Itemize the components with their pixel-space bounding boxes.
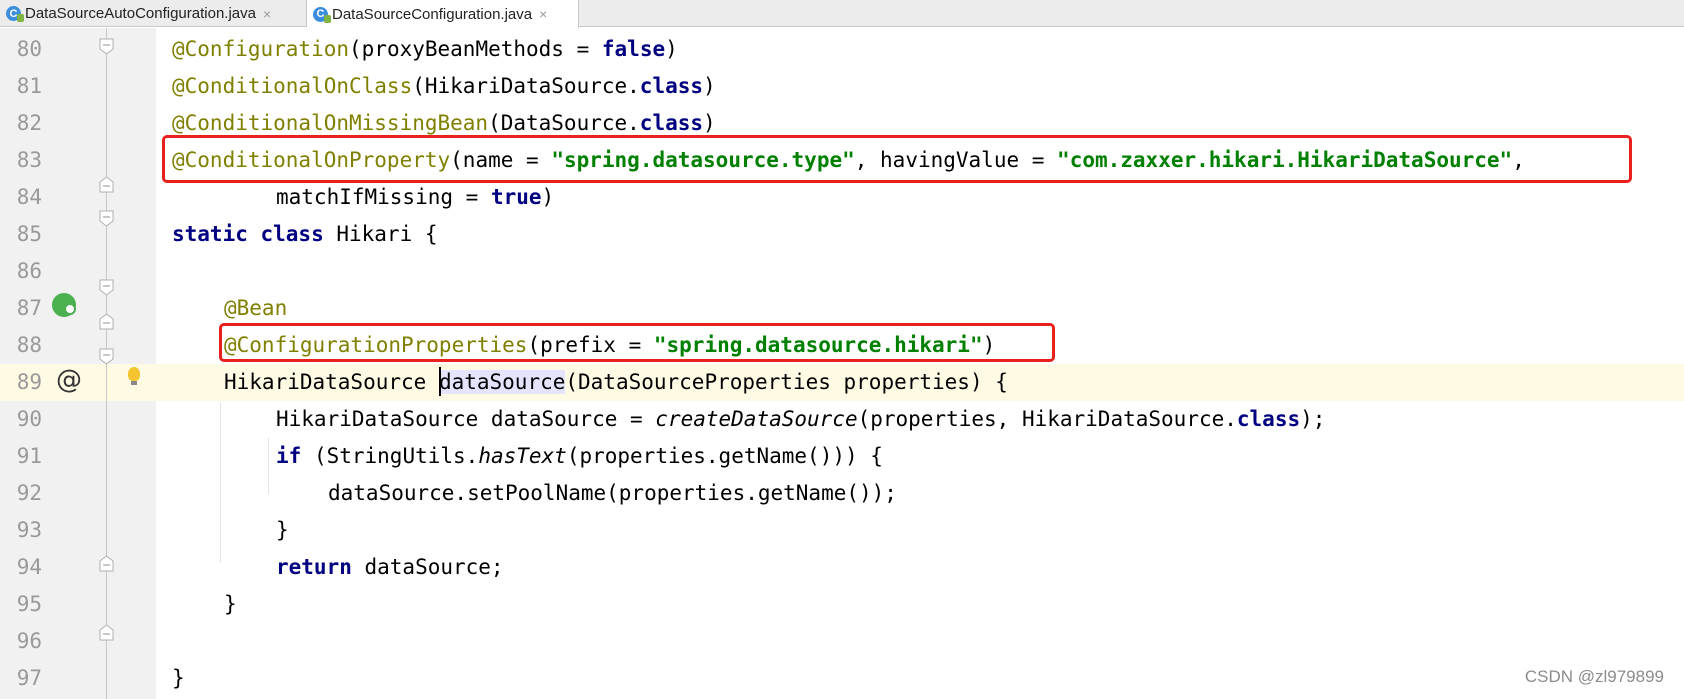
line-number: 87 — [16, 296, 42, 320]
code-token: HikariDataSource — [224, 370, 439, 394]
code-token: } — [276, 518, 289, 542]
code-token: (properties, HikariDataSource. — [857, 407, 1237, 431]
code-token: (properties.getName())) { — [566, 444, 883, 468]
keyword-token: class — [1236, 407, 1301, 431]
fold-end-icon[interactable] — [98, 176, 115, 193]
line-number: 82 — [16, 111, 42, 135]
java-class-icon: C — [313, 6, 331, 23]
keyword-token: class — [639, 74, 704, 98]
method-call-token: createDataSource — [655, 407, 858, 431]
text-caret — [438, 366, 441, 396]
line-number: 95 — [16, 592, 42, 616]
code-token: ) — [665, 37, 678, 61]
watermark: CSDN @zl979899 — [1524, 667, 1664, 686]
code-token: } — [224, 592, 237, 616]
highlight-box-conditional-on-property — [162, 135, 1632, 183]
code-line-97[interactable]: } — [172, 660, 185, 697]
fold-end-icon[interactable] — [98, 313, 115, 330]
line-number: 89 — [16, 370, 42, 394]
code-line-85[interactable]: static class Hikari { — [172, 216, 438, 253]
tab-label: DataSourceAutoConfiguration.java — [25, 5, 256, 22]
line-number: 88 — [16, 333, 42, 357]
keyword-token: false — [601, 37, 666, 61]
line-number: 94 — [16, 555, 42, 579]
code-token: (DataSource. — [488, 111, 640, 135]
code-line-93[interactable]: } — [276, 512, 289, 549]
line-number: 85 — [16, 222, 42, 246]
indent-guide — [220, 403, 221, 563]
line-number: 86 — [16, 259, 42, 283]
tab-datasource-configuration[interactable]: C DataSourceConfiguration.java × — [307, 0, 579, 28]
editor-tab-bar: C DataSourceAutoConfiguration.java × C D… — [0, 0, 1684, 28]
method-call-token: hasText — [478, 444, 567, 468]
java-class-icon: C — [6, 6, 24, 22]
code-token: ) — [703, 111, 716, 135]
code-line-87[interactable]: @Bean — [224, 290, 287, 327]
code-line-84[interactable]: matchIfMissing = true) — [276, 179, 554, 216]
close-icon[interactable]: × — [263, 6, 271, 22]
annotation-token: @ConditionalOnMissingBean — [172, 111, 489, 135]
fold-end-icon[interactable] — [98, 624, 115, 641]
code-token: matchIfMissing = — [276, 185, 491, 209]
highlight-box-configuration-properties — [219, 323, 1055, 362]
code-line-81[interactable]: @ConditionalOnClass(HikariDataSource.cla… — [172, 68, 716, 105]
line-number: 92 — [16, 481, 42, 505]
keyword-token: if — [276, 444, 302, 468]
fold-start-icon[interactable] — [98, 348, 115, 365]
close-icon[interactable]: × — [539, 6, 547, 22]
fold-end-icon[interactable] — [98, 555, 115, 572]
code-token: ) — [541, 185, 555, 209]
keyword-token: return — [276, 555, 352, 579]
code-token: (proxyBeanMethods = — [349, 37, 602, 61]
indent-guide — [268, 438, 269, 494]
line-number: 93 — [16, 518, 42, 542]
selected-identifier: dataSource — [438, 370, 566, 394]
fold-start-icon[interactable] — [98, 210, 115, 227]
line-number: 91 — [16, 444, 42, 468]
line-number: 84 — [16, 185, 42, 209]
code-token: ); — [1300, 407, 1326, 431]
code-token: dataSource.setPoolName(properties.getNam… — [328, 481, 897, 505]
code-token: ) — [703, 74, 716, 98]
at-sign-icon[interactable]: @ — [56, 365, 82, 395]
code-line-89[interactable]: HikariDataSource dataSource(DataSourcePr… — [224, 364, 1008, 401]
line-number: 96 — [16, 629, 42, 653]
annotation-token: @Configuration — [172, 37, 350, 61]
code-token: (DataSourceProperties properties) { — [565, 370, 1008, 394]
tab-label: DataSourceConfiguration.java — [332, 5, 533, 23]
line-number: 90 — [16, 407, 42, 431]
line-number: 81 — [16, 74, 42, 98]
code-token: dataSource; — [351, 555, 504, 579]
spring-bean-icon[interactable] — [52, 293, 76, 317]
keyword-token: class — [639, 111, 704, 135]
fold-start-icon[interactable] — [98, 279, 115, 296]
keyword-token: static class — [172, 222, 324, 246]
code-token: } — [172, 666, 185, 690]
code-line-80[interactable]: @Configuration(proxyBeanMethods = false) — [172, 31, 678, 68]
tab-datasource-auto-configuration[interactable]: C DataSourceAutoConfiguration.java × — [0, 0, 307, 27]
intention-bulb-icon[interactable] — [128, 367, 140, 385]
code-line-94[interactable]: return dataSource; — [276, 549, 504, 586]
line-number: 80 — [16, 37, 42, 61]
line-number: 83 — [16, 148, 42, 172]
keyword-token: true — [490, 185, 542, 209]
code-token: Hikari { — [323, 222, 438, 246]
code-line-92[interactable]: dataSource.setPoolName(properties.getNam… — [328, 475, 897, 512]
code-line-91[interactable]: if (StringUtils.hasText(properties.getNa… — [276, 438, 883, 475]
annotation-token: @ConditionalOnClass — [172, 74, 413, 98]
annotation-token: @Bean — [224, 296, 288, 320]
code-line-90[interactable]: HikariDataSource dataSource = createData… — [276, 401, 1325, 438]
code-token: (HikariDataSource. — [412, 74, 640, 98]
line-number: 97 — [16, 666, 42, 690]
code-line-95[interactable]: } — [224, 586, 237, 623]
code-token: (StringUtils. — [301, 444, 479, 468]
code-token: HikariDataSource dataSource = — [276, 407, 656, 431]
fold-start-icon[interactable] — [98, 38, 115, 55]
